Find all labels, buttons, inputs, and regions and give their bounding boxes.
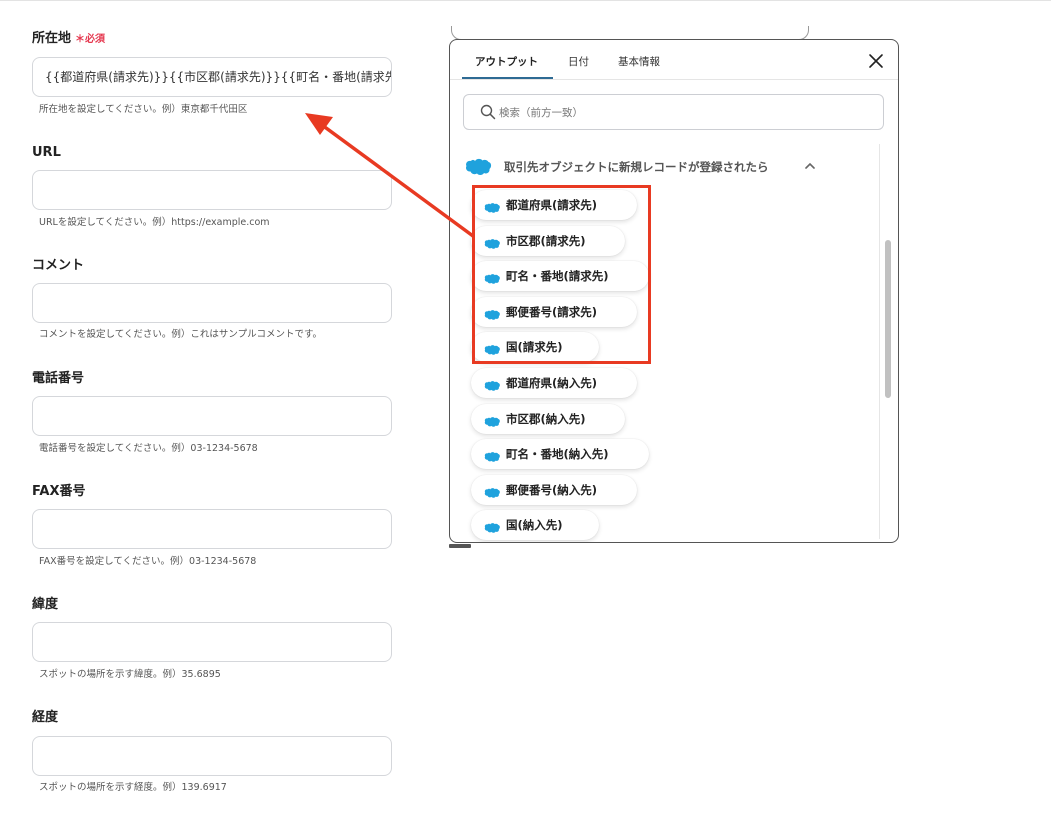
field-hint: 所在地を設定してください。例）東京都千代田区	[39, 104, 248, 115]
phone-field: 電話番号 電話番号を設定してください。例）03-1234-5678	[32, 371, 392, 454]
url-field: URL URLを設定してください。例）https://example.com	[32, 145, 392, 228]
comment-field: コメント コメントを設定してください。例）これはサンプルコメントです。	[32, 258, 392, 340]
comment-input[interactable]	[32, 283, 392, 323]
chevron-up-icon[interactable]	[805, 162, 815, 169]
field-hint: URLを設定してください。例）https://example.com	[39, 217, 270, 228]
longitude-input[interactable]	[32, 736, 392, 776]
search-placeholder: 検索（前方一致）	[499, 107, 583, 119]
output-item[interactable]: 町名・番地(納入先)	[471, 439, 649, 469]
field-label: 電話番号	[32, 371, 85, 386]
required-badge: ＊必須	[75, 34, 106, 45]
fax-input[interactable]	[32, 509, 392, 549]
output-item-label: 都道府県(納入先)	[506, 376, 598, 390]
salesforce-cloud-icon	[483, 519, 501, 538]
output-item-label: 郵便番号(納入先)	[506, 483, 598, 497]
output-item[interactable]: 市区郡(納入先)	[471, 404, 625, 434]
field-label: コメント	[32, 258, 85, 273]
field-label: 経度	[32, 710, 59, 725]
underlying-label-fragment	[449, 543, 475, 549]
tab-output[interactable]: アウトプット	[475, 54, 538, 69]
output-group-header[interactable]: 取引先オブジェクトに新規レコードが登録されたら	[464, 154, 844, 178]
field-label: FAX番号	[32, 484, 86, 499]
field-label: URL	[32, 145, 61, 160]
field-label: 緯度	[32, 597, 59, 612]
output-item[interactable]: 国(納入先)	[471, 510, 599, 540]
salesforce-cloud-icon	[483, 448, 501, 467]
salesforce-cloud-icon	[483, 484, 501, 503]
underlying-input-edge	[451, 26, 809, 40]
salesforce-cloud-icon	[483, 377, 501, 396]
output-item[interactable]: 都道府県(納入先)	[471, 368, 637, 398]
longitude-field: 経度 スポットの場所を示す経度。例）139.6917	[32, 710, 392, 793]
active-tab-indicator	[462, 77, 553, 79]
group-title: 取引先オブジェクトに新規レコードが登録されたら	[504, 160, 769, 174]
address-input[interactable]: {{都道府県(請求先)}}{{市区郡(請求先)}}{{町名・番地(請求先)}}	[32, 57, 392, 97]
latitude-input[interactable]	[32, 622, 392, 662]
fax-field: FAX番号 FAX番号を設定してください。例）03-1234-5678	[32, 484, 392, 567]
output-item-label: 町名・番地(納入先)	[506, 447, 609, 461]
top-divider	[0, 0, 1051, 2]
scrollbar-thumb[interactable]	[885, 240, 891, 398]
salesforce-cloud-icon	[483, 413, 501, 432]
field-hint: 電話番号を設定してください。例）03-1234-5678	[39, 443, 258, 454]
output-item[interactable]: 郵便番号(納入先)	[471, 475, 637, 505]
search-input[interactable]: 検索（前方一致）	[463, 94, 884, 130]
field-hint: スポットの場所を示す緯度。例）35.6895	[39, 669, 221, 680]
field-hint: FAX番号を設定してください。例）03-1234-5678	[39, 556, 257, 567]
close-icon[interactable]	[868, 53, 884, 69]
field-hint: スポットの場所を示す経度。例）139.6917	[39, 782, 227, 793]
tab-date[interactable]: 日付	[568, 54, 589, 69]
field-label: 所在地	[32, 31, 72, 46]
output-item-label: 国(納入先)	[506, 518, 563, 532]
address-field: 所在地 ＊必須 {{都道府県(請求先)}}{{市区郡(請求先)}}{{町名・番地(…	[32, 31, 392, 115]
search-icon	[480, 104, 496, 120]
output-item-label: 市区郡(納入先)	[506, 412, 586, 426]
url-input[interactable]	[32, 170, 392, 210]
field-hint: コメントを設定してください。例）これはサンプルコメントです。	[39, 329, 323, 340]
highlight-box	[472, 185, 651, 364]
salesforce-cloud-icon	[465, 158, 492, 175]
tab-bar: アウトプット 日付 基本情報	[450, 40, 898, 80]
tab-basic-info[interactable]: 基本情報	[618, 54, 660, 69]
latitude-field: 緯度 スポットの場所を示す緯度。例）35.6895	[32, 597, 392, 680]
phone-input[interactable]	[32, 396, 392, 436]
